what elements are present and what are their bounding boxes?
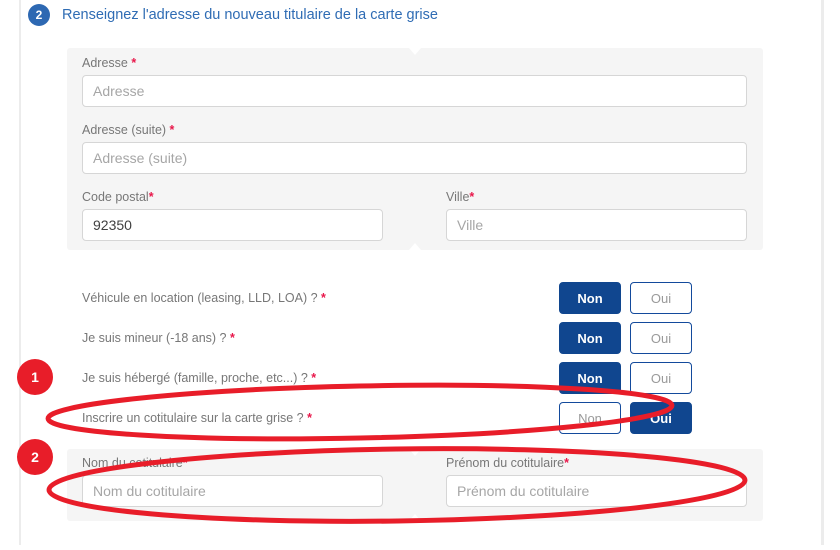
field-prenom-cotitulaire: Prénom du cotitulaire* [446,456,747,507]
question-row-cotitulaire: Inscrire un cotitulaire sur la carte gri… [82,402,692,434]
field-prenom-cotitulaire-label: Prénom du cotitulaire* [446,456,569,470]
cotitulaire-oui-button[interactable]: Oui [630,402,692,434]
field-adresse: Adresse * [82,56,747,107]
field-code-postal-label: Code postal* [82,190,154,204]
column-divider-notch-top [409,449,421,456]
field-ville: Ville* [446,190,747,241]
prenom-cotitulaire-input[interactable] [446,475,747,507]
field-adresse-suite-label: Adresse (suite) * [82,123,175,137]
question-label: Je suis hébergé (famille, proche, etc...… [82,371,317,385]
left-rule-divider [19,0,21,545]
question-row-mineur: Je suis mineur (-18 ans) ? * Non Oui [82,322,692,354]
field-adresse-suite: Adresse (suite) * [82,123,747,174]
nom-cotitulaire-input[interactable] [82,475,383,507]
field-ville-label: Ville* [446,190,475,204]
adresse-input[interactable] [82,75,747,107]
question-row-heberge: Je suis hébergé (famille, proche, etc...… [82,362,692,394]
vehicule-location-oui-button[interactable]: Oui [630,282,692,314]
vehicule-location-non-button[interactable]: Non [559,282,621,314]
step-number-badge: 2 [28,4,50,26]
question-row-vehicule-location: Véhicule en location (leasing, LLD, LOA)… [82,282,692,314]
required-marker: * [564,456,569,470]
adresse-suite-input[interactable] [82,142,747,174]
required-marker: * [469,190,475,204]
toggle-group-heberge: Non Oui [559,362,692,394]
field-nom-cotitulaire: Nom du cotitulaire* [82,456,383,507]
required-marker: * [182,456,188,470]
required-marker: * [321,291,326,305]
toggle-group-mineur: Non Oui [559,322,692,354]
required-marker: * [311,371,317,385]
question-label: Inscrire un cotitulaire sur la carte gri… [82,411,312,425]
step-header: 2 Renseignez l'adresse du nouveau titula… [28,4,438,26]
required-marker: * [230,331,235,345]
mineur-oui-button[interactable]: Oui [630,322,692,354]
heberge-non-button[interactable]: Non [559,362,621,394]
column-divider-notch-top [409,48,421,55]
column-divider-notch-bottom [409,243,421,250]
cotitulaire-non-button[interactable]: Non [559,402,621,434]
ville-input[interactable] [446,209,747,241]
question-label: Je suis mineur (-18 ans) ? * [82,331,235,345]
question-label: Véhicule en location (leasing, LLD, LOA)… [82,291,326,305]
mineur-non-button[interactable]: Non [559,322,621,354]
field-adresse-label: Adresse * [82,56,137,70]
required-marker: * [148,190,154,204]
required-marker: * [169,123,175,137]
toggle-group-vehicule-location: Non Oui [559,282,692,314]
heberge-oui-button[interactable]: Oui [630,362,692,394]
field-nom-cotitulaire-label: Nom du cotitulaire* [82,456,188,470]
code-postal-input[interactable] [82,209,383,241]
column-divider-notch-bottom [409,514,421,521]
toggle-group-cotitulaire: Non Oui [559,402,692,434]
field-code-postal: Code postal* [82,190,383,241]
required-marker: * [131,56,137,70]
required-marker: * [307,411,312,425]
right-rule-divider [821,0,824,545]
page-title: Renseignez l'adresse du nouveau titulair… [62,7,438,23]
